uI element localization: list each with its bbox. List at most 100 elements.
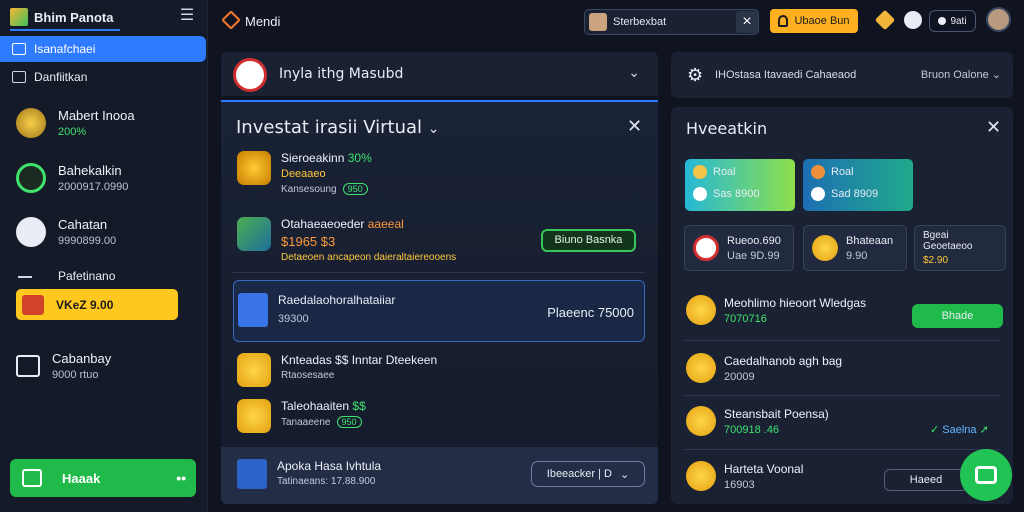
gear-icon[interactable]: ⚙ bbox=[687, 65, 703, 86]
offer-sub: Deeaaeo bbox=[281, 168, 326, 180]
stat-title: Bhateaan bbox=[846, 234, 894, 247]
highlight-label: VKeZ 9.00 bbox=[56, 297, 114, 312]
trend-label: Saelna bbox=[942, 424, 977, 436]
stat-title: Bgeai Geoetaeoo bbox=[923, 230, 973, 252]
close-icon[interactable]: ✕ bbox=[986, 117, 1001, 138]
sidebar-cta-button[interactable]: Haaak •• bbox=[10, 459, 196, 497]
chevron-down-icon: ⌄ bbox=[427, 121, 440, 137]
offer-item-2[interactable]: Otahaeaeoeder aaeeal $1965 $3 Detaeoen a… bbox=[237, 217, 456, 263]
search-input[interactable]: Sterbexbat × bbox=[584, 9, 759, 35]
offer-meta: Tatinaeans: 17.88.900 bbox=[277, 476, 376, 487]
user-icon[interactable] bbox=[904, 11, 922, 29]
sidebar-row-2[interactable]: Bahekalkin 2000917.0990 bbox=[16, 156, 196, 200]
tile-value: Sas 8900 bbox=[713, 188, 760, 200]
close-icon[interactable]: × bbox=[736, 11, 758, 33]
sidebar-row-1[interactable]: Mabert Inooa 200% bbox=[16, 101, 196, 145]
right-header[interactable]: ⚙ IHOstasa Itavaedi Cahaeaod Bruon Oalon… bbox=[671, 52, 1013, 98]
chevron-down-icon: ⌄ bbox=[620, 468, 630, 481]
account-pill[interactable]: 9ati bbox=[929, 10, 976, 32]
offer-meta: Rtaosesaee bbox=[281, 370, 335, 381]
right-row-2[interactable]: Caedalhanob agh bag 20009 bbox=[686, 346, 1004, 390]
close-icon[interactable]: ✕ bbox=[627, 116, 642, 137]
investment-title[interactable]: Investat irasii Virtual ⌄ bbox=[236, 117, 440, 138]
stat-title: Rueoo.690 bbox=[727, 234, 781, 247]
investment-header-title: Inyla ithg Masubd bbox=[279, 66, 404, 82]
tracker-label: Ibeeacker | D bbox=[546, 468, 612, 480]
brand[interactable]: Bhim Panota bbox=[10, 6, 120, 31]
sidebar-row-title: Cabanbay bbox=[52, 351, 112, 366]
chevron-down-icon[interactable]: ⌄ bbox=[628, 64, 640, 81]
chevron-down-icon: ⌄ bbox=[991, 69, 1001, 81]
sidebar-row-sub: 9000 rtuo bbox=[52, 369, 99, 381]
hamburger-menu-icon[interactable]: ☰ bbox=[178, 8, 196, 24]
right-row-title: Meohlimo hieoort Wledgas bbox=[724, 295, 867, 310]
offer-meta: Detaeoen ancapeon daieraltaiereooens bbox=[281, 252, 457, 263]
coin-icon bbox=[686, 406, 716, 436]
more-icon: •• bbox=[176, 470, 186, 486]
sidebar-row-5[interactable]: Cabanbay 9000 rtuo bbox=[16, 344, 196, 388]
right-row-sub: 700918 .46 bbox=[724, 423, 780, 436]
offer-meta: Kansesoung bbox=[281, 184, 337, 195]
details-button[interactable]: Haeed bbox=[884, 469, 968, 491]
page-title: Mendi bbox=[245, 14, 281, 29]
sidebar-row-title: Bahekalkin bbox=[58, 163, 122, 178]
divider bbox=[233, 272, 645, 273]
tile-1[interactable]: Roal Sas 8900 bbox=[685, 159, 795, 211]
investment-header[interactable]: Inyla ithg Masubd ⌄ bbox=[221, 52, 658, 96]
user-dot-icon bbox=[938, 17, 947, 25]
selected-sub: 39300 bbox=[278, 313, 309, 325]
coin-icon bbox=[686, 295, 716, 325]
arrow-up-icon: ➚ bbox=[979, 424, 989, 436]
buy-button[interactable]: Biuno Basnka bbox=[541, 229, 636, 252]
offer-title: Knteadas $$ Inntar Dteekeen bbox=[281, 353, 438, 367]
avatar-icon bbox=[811, 187, 825, 201]
app-logo-icon[interactable] bbox=[221, 10, 241, 30]
briefcase-icon bbox=[16, 355, 40, 377]
offer-item-4[interactable]: Taleohaaiten $$ Tanaaeene 950 bbox=[237, 399, 366, 433]
sidebar-row-4-title: Pafetinano bbox=[58, 269, 116, 283]
right-row-sub: 16903 bbox=[724, 478, 755, 491]
brand-logo-icon bbox=[10, 8, 28, 26]
tile-label: Roal bbox=[713, 166, 736, 178]
document-icon bbox=[237, 459, 267, 489]
treasure-icon bbox=[237, 151, 271, 185]
right-row-sub: 7070716 bbox=[724, 312, 767, 325]
chat-button[interactable] bbox=[960, 449, 1012, 501]
tracker-dropdown[interactable]: Ibeeacker | D ⌄ bbox=[531, 461, 645, 487]
badge-icon bbox=[693, 235, 719, 261]
shield-icon bbox=[233, 58, 267, 92]
stat-3[interactable]: Bgeai Geoetaeoo $2.90 bbox=[914, 225, 1006, 271]
offer-percent: 30% bbox=[347, 151, 372, 165]
sidebar-nav-item-2[interactable]: Danfiitkan bbox=[0, 64, 206, 90]
offer-item-1[interactable]: Sieroeakinn 30% Deeaaeo Kansesoung 950 bbox=[237, 151, 372, 195]
stat-sub: $2.90 bbox=[923, 255, 949, 266]
offer-title-extra: aaeeal bbox=[367, 217, 404, 231]
trade-button[interactable]: Bhade bbox=[912, 304, 1003, 328]
stat-1[interactable]: Rueoo.690 Uae 9D.99 bbox=[684, 225, 794, 271]
coin-icon bbox=[686, 353, 716, 383]
highlight-wallet[interactable]: VKeZ 9.00 bbox=[16, 289, 178, 320]
account-pill-label: 9ati bbox=[950, 15, 967, 27]
offer-item-3[interactable]: Knteadas $$ Inntar Dteekeen Rtaosesaee bbox=[237, 353, 437, 387]
stat-2[interactable]: Bhateaan 9.90 bbox=[803, 225, 907, 271]
stat-sub: 9.90 bbox=[846, 249, 868, 262]
sidebar-nav-item-1[interactable]: Isanafchaei bbox=[0, 36, 206, 62]
right-header-title: IHOstasa Itavaedi Cahaeaod bbox=[715, 69, 857, 81]
coin-icon bbox=[812, 235, 838, 261]
settings-icon[interactable] bbox=[874, 9, 896, 31]
profile-avatar[interactable] bbox=[986, 7, 1011, 32]
sidebar-row-3[interactable]: Cahatan 9990899.00 bbox=[16, 210, 196, 254]
offer-title-extra: $$ bbox=[352, 399, 366, 413]
offer-item-5[interactable]: Apoka Hasa Ivhtula Tatinaeans: 17.88.900 bbox=[237, 459, 381, 489]
offer-title: Sieroeakinn bbox=[281, 151, 345, 165]
coin-icon bbox=[693, 165, 707, 179]
tile-2[interactable]: Roal Sad 8909 bbox=[803, 159, 913, 211]
notify-button[interactable]: Ubaoe Bun bbox=[770, 9, 858, 33]
chat-icon bbox=[975, 466, 997, 484]
selected-investment-card[interactable]: Raedalaohoralhataiiar 39300 Plaeenc 7500… bbox=[233, 280, 645, 342]
right-row-3[interactable]: Steansbait Poensa) 700918 .46 bbox=[686, 399, 1004, 443]
avatar-icon bbox=[589, 13, 607, 31]
brand-underline bbox=[10, 29, 120, 31]
offer-title: Taleohaaiten bbox=[281, 399, 350, 413]
stat-sub: Uae 9D.99 bbox=[727, 249, 780, 262]
